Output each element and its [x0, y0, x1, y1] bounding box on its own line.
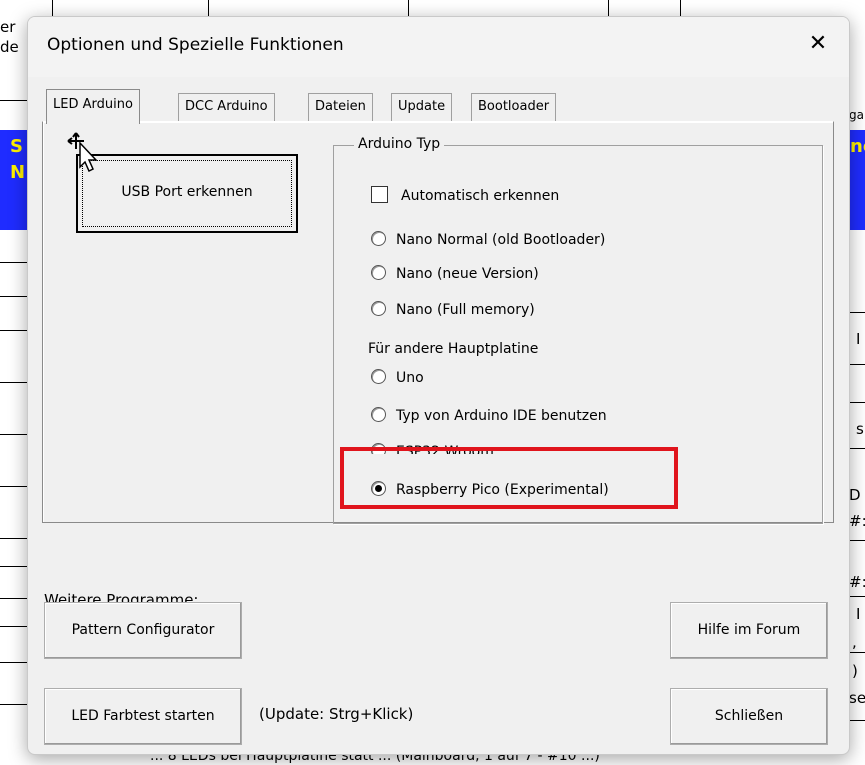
bg-text: er: [0, 18, 16, 36]
auto-detect-checkbox[interactable]: Automatisch erkennen: [371, 185, 560, 206]
mouse-pointer-icon: [67, 132, 98, 173]
highlight-box: [340, 447, 678, 509]
tab-update[interactable]: Update: [391, 93, 453, 122]
close-button[interactable]: Schließen: [670, 688, 828, 745]
bg-text: ,: [852, 633, 857, 651]
dialog-title: Optionen und Spezielle Funktionen: [47, 35, 344, 55]
radio-icon: [371, 368, 386, 384]
bg-text: I: [856, 330, 861, 348]
bg-text: #:: [849, 512, 865, 530]
radio-icon: [371, 300, 386, 316]
bg-blue-cell: nc: [848, 130, 865, 230]
radio-arduino-ide[interactable]: Typ von Arduino IDE benutzen: [371, 406, 607, 426]
update-hint: (Update: Strg+Klick): [259, 705, 414, 723]
bg-text: I: [856, 605, 861, 623]
bg-text: s: [856, 420, 864, 438]
radio-nano-normal[interactable]: Nano Normal (old Bootloader): [371, 230, 605, 250]
radio-label: Nano Normal (old Bootloader): [396, 232, 606, 248]
bg-text: se: [849, 689, 865, 707]
checkbox-icon: [371, 185, 388, 203]
bg-text: ): [852, 662, 858, 680]
other-boards-label: Für andere Hauptplatine: [368, 341, 539, 357]
usb-port-button[interactable]: USB Port erkennen: [76, 154, 298, 233]
forum-help-button[interactable]: Hilfe im Forum: [670, 602, 828, 659]
title-bar: Optionen und Spezielle Funktionen ✕: [28, 17, 849, 77]
checkbox-label: Automatisch erkennen: [401, 188, 560, 204]
radio-nano-neue[interactable]: Nano (neue Version): [371, 264, 539, 284]
radio-icon: [371, 406, 386, 422]
tab-led-arduino[interactable]: LED Arduino: [46, 89, 140, 124]
tab-dcc-arduino[interactable]: DCC Arduino: [178, 93, 275, 122]
close-icon[interactable]: ✕: [801, 29, 835, 59]
bg-text: D: [849, 486, 861, 504]
usb-port-button-label: USB Port erkennen: [121, 184, 253, 200]
radio-nano-full[interactable]: Nano (Full memory): [371, 300, 535, 320]
led-farbtest-button[interactable]: LED Farbtest starten: [44, 688, 242, 745]
radio-label: Typ von Arduino IDE benutzen: [396, 408, 607, 424]
radio-label: Uno: [396, 370, 424, 386]
radio-icon: [371, 230, 386, 246]
radio-label: Nano (neue Version): [396, 266, 539, 282]
pattern-configurator-button[interactable]: Pattern Configurator: [44, 602, 242, 659]
bg-text: de: [0, 38, 19, 56]
bg-text: ga: [849, 108, 864, 122]
radio-icon: [371, 264, 386, 280]
tab-dateien[interactable]: Dateien: [308, 93, 373, 122]
bg-text: #:: [849, 573, 865, 591]
options-dialog: Optionen und Spezielle Funktionen ✕ LED …: [27, 16, 850, 755]
group-title: Arduino Typ: [354, 136, 445, 152]
radio-label: Nano (Full memory): [396, 302, 535, 318]
tab-bootloader[interactable]: Bootloader: [471, 93, 557, 122]
bg-blue-cell: S N: [0, 130, 28, 230]
radio-uno[interactable]: Uno: [371, 368, 424, 388]
